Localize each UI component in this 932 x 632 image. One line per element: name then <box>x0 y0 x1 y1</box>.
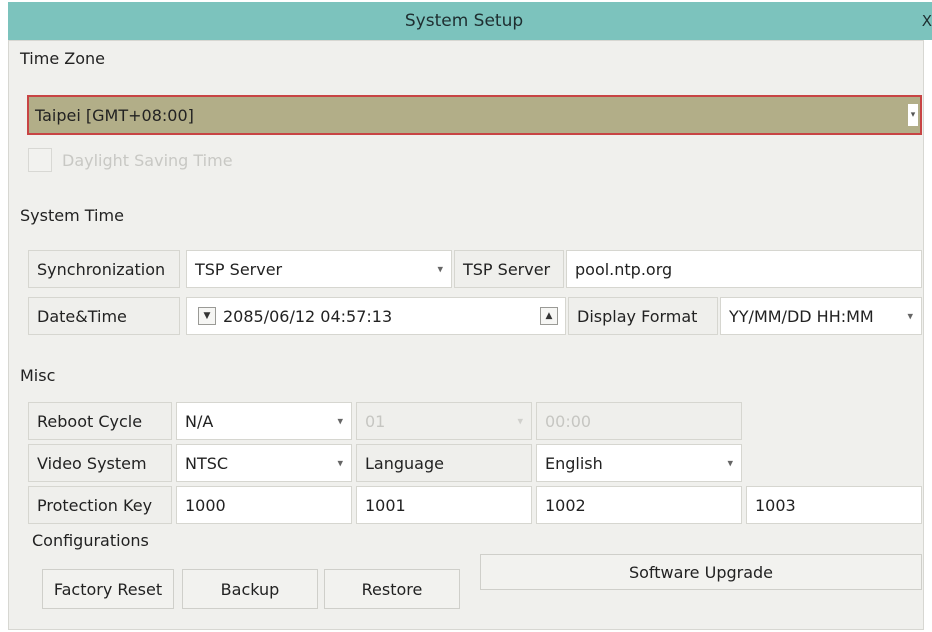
protection-key-value: 1003 <box>755 495 796 515</box>
reboot-time-input: 00:00 <box>536 402 742 440</box>
chevron-down-icon: ▾ <box>517 414 523 428</box>
language-value: English <box>545 453 603 473</box>
datetime-label: Date&Time <box>28 297 180 335</box>
protection-key-input-2[interactable]: 1001 <box>356 486 532 524</box>
protection-key-value: 1001 <box>365 495 406 515</box>
display-format-value: YY/MM/DD HH:MM <box>729 306 874 326</box>
chevron-down-icon: ▾ <box>337 414 343 428</box>
chevron-down-icon: ▾ <box>437 262 443 276</box>
reboot-day-select: 01 ▾ <box>356 402 532 440</box>
configurations-heading: Configurations <box>32 531 149 550</box>
synchronization-label: Synchronization <box>28 250 180 288</box>
display-format-select[interactable]: YY/MM/DD HH:MM ▾ <box>720 297 922 335</box>
datetime-input[interactable]: 2085/06/12 04:57:13 <box>186 297 566 335</box>
protection-key-input-4[interactable]: 1003 <box>746 486 922 524</box>
restore-button[interactable]: Restore <box>324 569 460 609</box>
system-time-heading: System Time <box>20 206 124 225</box>
protection-key-input-1[interactable]: 1000 <box>176 486 352 524</box>
time-zone-value: Taipei [GMT+08:00] <box>35 105 194 125</box>
reboot-cycle-value: N/A <box>185 411 214 431</box>
synchronization-value: TSP Server <box>195 259 283 279</box>
title-bar: System Setup <box>8 2 920 40</box>
reboot-cycle-label: Reboot Cycle <box>28 402 172 440</box>
increment-button[interactable]: ▲ <box>540 307 558 325</box>
daylight-saving-label: Daylight Saving Time <box>62 151 233 170</box>
factory-reset-button[interactable]: Factory Reset <box>42 569 174 609</box>
reboot-day-value: 01 <box>365 411 386 431</box>
daylight-saving-checkbox[interactable] <box>28 148 52 172</box>
protection-key-label: Protection Key <box>28 486 172 524</box>
chevron-down-icon: ▾ <box>908 104 918 126</box>
window-title: System Setup <box>404 11 524 31</box>
video-system-select[interactable]: NTSC ▾ <box>176 444 352 482</box>
reboot-time-value: 00:00 <box>545 411 592 431</box>
datetime-value: 2085/06/12 04:57:13 <box>223 306 393 326</box>
time-zone-select[interactable]: Taipei [GMT+08:00] ▾ <box>27 95 922 135</box>
display-format-label: Display Format <box>568 297 718 335</box>
software-upgrade-button[interactable]: Software Upgrade <box>480 554 922 590</box>
protection-key-value: 1000 <box>185 495 226 515</box>
chevron-down-icon: ▾ <box>337 456 343 470</box>
reboot-cycle-select[interactable]: N/A ▾ <box>176 402 352 440</box>
protection-key-value: 1002 <box>545 495 586 515</box>
video-system-label: Video System <box>28 444 172 482</box>
close-button[interactable]: X <box>920 2 932 40</box>
language-label: Language <box>356 444 532 482</box>
language-select[interactable]: English ▾ <box>536 444 742 482</box>
decrement-button[interactable]: ▼ <box>198 307 216 325</box>
tsp-server-value: pool.ntp.org <box>575 259 673 279</box>
video-system-value: NTSC <box>185 453 229 473</box>
synchronization-select[interactable]: TSP Server ▾ <box>186 250 452 288</box>
misc-heading: Misc <box>20 366 56 385</box>
chevron-down-icon: ▾ <box>727 456 733 470</box>
protection-key-input-3[interactable]: 1002 <box>536 486 742 524</box>
chevron-down-icon: ▾ <box>907 309 913 323</box>
tsp-server-input[interactable]: pool.ntp.org <box>566 250 922 288</box>
tsp-server-label: TSP Server <box>454 250 564 288</box>
backup-button[interactable]: Backup <box>182 569 318 609</box>
time-zone-heading: Time Zone <box>20 49 105 68</box>
system-setup-window: System Setup X Time Zone Taipei [GMT+08:… <box>0 0 932 632</box>
